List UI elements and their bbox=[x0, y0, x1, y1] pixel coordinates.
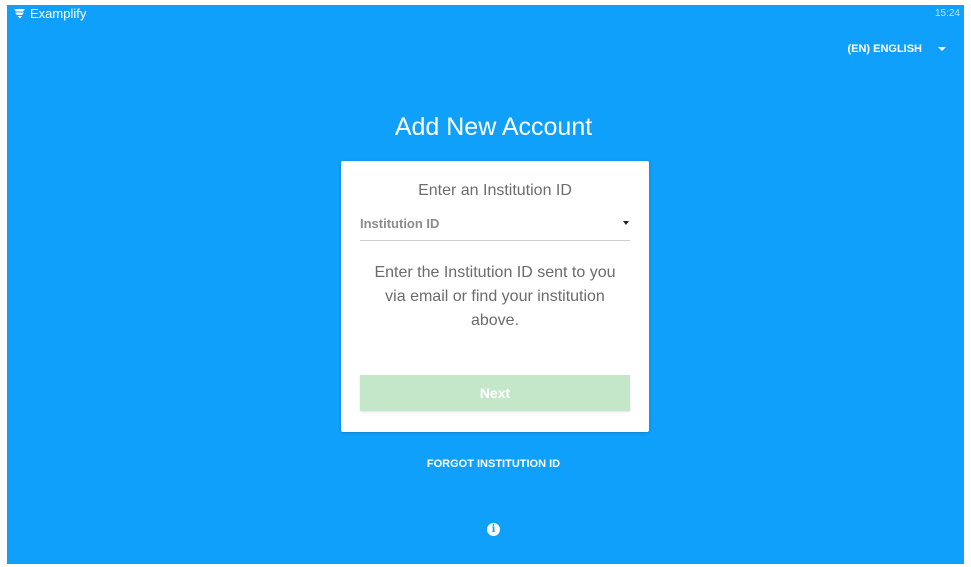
brand: Examplify bbox=[13, 6, 86, 21]
caret-down-icon bbox=[938, 47, 946, 51]
title-bar: Examplify 15:24 bbox=[7, 5, 964, 23]
app-window: Examplify 15:24 (EN) ENGLISH Add New Acc… bbox=[7, 5, 964, 564]
institution-id-placeholder: Institution ID bbox=[360, 216, 440, 231]
language-label: (EN) ENGLISH bbox=[847, 43, 922, 55]
page-title: Add New Account bbox=[394, 113, 593, 141]
institution-id-select[interactable]: Institution ID bbox=[360, 210, 630, 241]
forgot-institution-id-link[interactable]: FORGOT INSTITUTION ID bbox=[7, 458, 964, 470]
language-selector[interactable]: (EN) ENGLISH bbox=[847, 43, 946, 55]
help-text: Enter the Institution ID sent to you via… bbox=[374, 264, 616, 329]
next-button[interactable]: Next bbox=[360, 375, 630, 411]
dropdown-arrow-icon bbox=[623, 221, 629, 225]
clock: 15:24 bbox=[934, 8, 960, 19]
examplify-logo-icon bbox=[14, 9, 25, 19]
info-icon[interactable]: i bbox=[487, 523, 500, 536]
institution-card: Enter an Institution ID Institution ID E… bbox=[341, 161, 649, 432]
brand-name: Examplify bbox=[30, 6, 87, 21]
card-title: Enter an Institution ID bbox=[418, 182, 572, 199]
